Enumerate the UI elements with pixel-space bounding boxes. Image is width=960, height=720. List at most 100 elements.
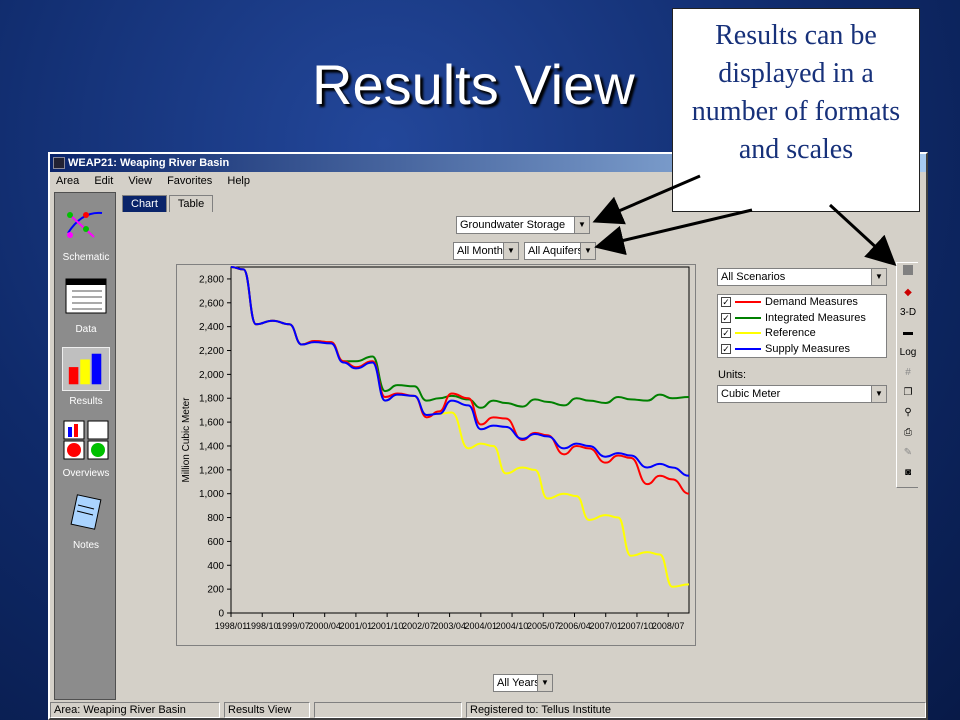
- stacked-button[interactable]: ▬: [897, 323, 919, 343]
- y-tick-label: 2,000: [199, 370, 224, 381]
- legend-label: Integrated Measures: [765, 311, 866, 324]
- y-tick-label: 400: [207, 561, 224, 572]
- bars-icon: ▬: [903, 327, 913, 338]
- results-icon: [62, 347, 110, 391]
- overviews-icon: [63, 420, 109, 460]
- palette-icon: ◆: [904, 287, 912, 298]
- units-select-value: Cubic Meter: [721, 388, 781, 400]
- x-tick-label: 2000/04: [308, 621, 341, 631]
- 3d-button[interactable]: 3-D: [897, 303, 919, 323]
- view-bar: Schematic Data Results Overviews Notes: [54, 192, 116, 700]
- y-tick-label: 0: [218, 609, 224, 620]
- square-icon: [903, 265, 913, 275]
- y-tick-label: 1,200: [199, 465, 224, 476]
- nav-data[interactable]: Data: [55, 271, 117, 341]
- data-icon: [65, 278, 107, 314]
- slide-title: Results View: [312, 53, 635, 116]
- nav-results[interactable]: Results: [55, 343, 117, 413]
- y-tick-label: 1,000: [199, 489, 224, 500]
- x-tick-label: 2003/04: [433, 621, 466, 631]
- menu-area[interactable]: Area: [50, 175, 85, 187]
- zoom-button[interactable]: ⚲: [897, 403, 919, 423]
- x-tick-label: 2001/01: [340, 621, 373, 631]
- legend-swatch: [735, 332, 761, 335]
- grid-button[interactable]: #: [897, 363, 919, 383]
- window-title: WEAP21: Weaping River Basin: [68, 157, 230, 169]
- chevron-down-icon: ▼: [574, 217, 589, 233]
- checkbox-icon[interactable]: ✓: [721, 343, 731, 354]
- variable-select[interactable]: Groundwater Storage ▼: [456, 216, 590, 234]
- nav-data-label: Data: [75, 324, 97, 335]
- months-select[interactable]: All Months ▼: [453, 242, 519, 260]
- legend-item[interactable]: ✓ Reference: [718, 326, 886, 342]
- legend-item[interactable]: ✓ Demand Measures: [718, 295, 886, 311]
- legend: ✓ Demand Measures ✓ Integrated Measures ✓ R…: [717, 294, 887, 358]
- checkbox-icon[interactable]: ✓: [721, 297, 731, 308]
- x-tick-label: 2001/10: [371, 621, 404, 631]
- checkbox-icon[interactable]: ✓: [721, 328, 731, 339]
- export-button[interactable]: ✎: [897, 443, 919, 463]
- legend-label: Reference: [765, 327, 816, 339]
- legend-label: Demand Measures: [765, 296, 858, 308]
- checkbox-icon[interactable]: ✓: [721, 312, 731, 323]
- legend-swatch: [735, 316, 761, 319]
- groundwater-chart: 0 200 400 600 800 1,000 1,200 1,400 1,600 1,800 2,…: [181, 266, 690, 631]
- nav-notes[interactable]: Notes: [55, 487, 117, 557]
- tab-table[interactable]: Table: [168, 195, 214, 212]
- aquifers-select[interactable]: All Aquifers ▼: [524, 242, 596, 260]
- printer-icon: ⎙: [904, 427, 912, 438]
- legend-swatch: [735, 301, 761, 304]
- x-tick-label: 1999/07: [277, 621, 310, 631]
- units-select[interactable]: Cubic Meter ▼: [717, 385, 887, 403]
- aquifers-select-value: All Aquifers: [528, 245, 584, 257]
- status-view: Results View: [224, 702, 310, 718]
- camera-button[interactable]: ◙: [897, 463, 919, 483]
- x-tick-label: 2002/07: [402, 621, 435, 631]
- vertical-scrollbar[interactable]: [918, 190, 926, 700]
- scenarios-select-value: All Scenarios: [721, 271, 786, 283]
- scenarios-select[interactable]: All Scenarios ▼: [717, 268, 887, 286]
- chevron-down-icon: ▼: [871, 269, 886, 285]
- menu-favorites[interactable]: Favorites: [161, 175, 218, 187]
- y-tick-label: 1,800: [199, 394, 224, 405]
- y-tick-label: 600: [207, 537, 224, 548]
- x-tick-label: 2008/07: [652, 621, 685, 631]
- nav-results-label: Results: [69, 396, 103, 407]
- y-tick-label: 2,200: [199, 346, 224, 357]
- variable-select-value: Groundwater Storage: [460, 219, 566, 231]
- tab-chart[interactable]: Chart: [122, 195, 167, 212]
- units-label: Units:: [718, 369, 747, 381]
- years-select-value: All Years: [497, 677, 540, 689]
- status-registered: Registered to: Tellus Institute: [466, 702, 926, 718]
- export-icon: ✎: [903, 447, 913, 458]
- log-button[interactable]: Log: [897, 343, 919, 363]
- color-button[interactable]: ◆: [897, 283, 919, 303]
- copy-button[interactable]: ❐: [897, 383, 919, 403]
- legend-item[interactable]: ✓ Supply Measures: [718, 342, 886, 358]
- menu-edit[interactable]: Edit: [88, 175, 119, 187]
- menu-view[interactable]: View: [122, 175, 158, 187]
- nav-notes-label: Notes: [72, 540, 100, 551]
- years-select[interactable]: All Years ▼: [493, 674, 553, 692]
- chevron-down-icon: ▼: [503, 243, 518, 259]
- chevron-down-icon: ▼: [580, 243, 595, 259]
- nav-overviews[interactable]: Overviews: [55, 415, 117, 485]
- y-tick-label: 2,800: [199, 274, 224, 285]
- x-tick-label: 1998/01: [215, 621, 248, 631]
- status-bar: Area: Weaping River Basin Results View R…: [50, 702, 926, 718]
- plot-frame: [230, 266, 690, 614]
- chevron-down-icon: ▼: [537, 675, 552, 691]
- x-tick-label: 2004/01: [465, 621, 498, 631]
- nav-schematic[interactable]: Schematic: [55, 199, 117, 269]
- y-tick-label: 1,400: [199, 441, 224, 452]
- chart-toolbar: ◆ 3-D ▬ Log # ❐ ⚲ ⎙ ✎ ◙: [896, 262, 920, 488]
- callout-box: Results can be displayed in a number of …: [672, 8, 920, 212]
- app-icon: [53, 157, 65, 169]
- menu-help[interactable]: Help: [221, 175, 256, 187]
- chart-type-button[interactable]: [897, 263, 919, 283]
- copy-icon: ❐: [903, 387, 913, 398]
- months-select-value: All Months: [457, 245, 509, 257]
- print-button[interactable]: ⎙: [897, 423, 919, 443]
- nav-schematic-label: Schematic: [62, 252, 110, 263]
- legend-item[interactable]: ✓ Integrated Measures: [718, 311, 886, 327]
